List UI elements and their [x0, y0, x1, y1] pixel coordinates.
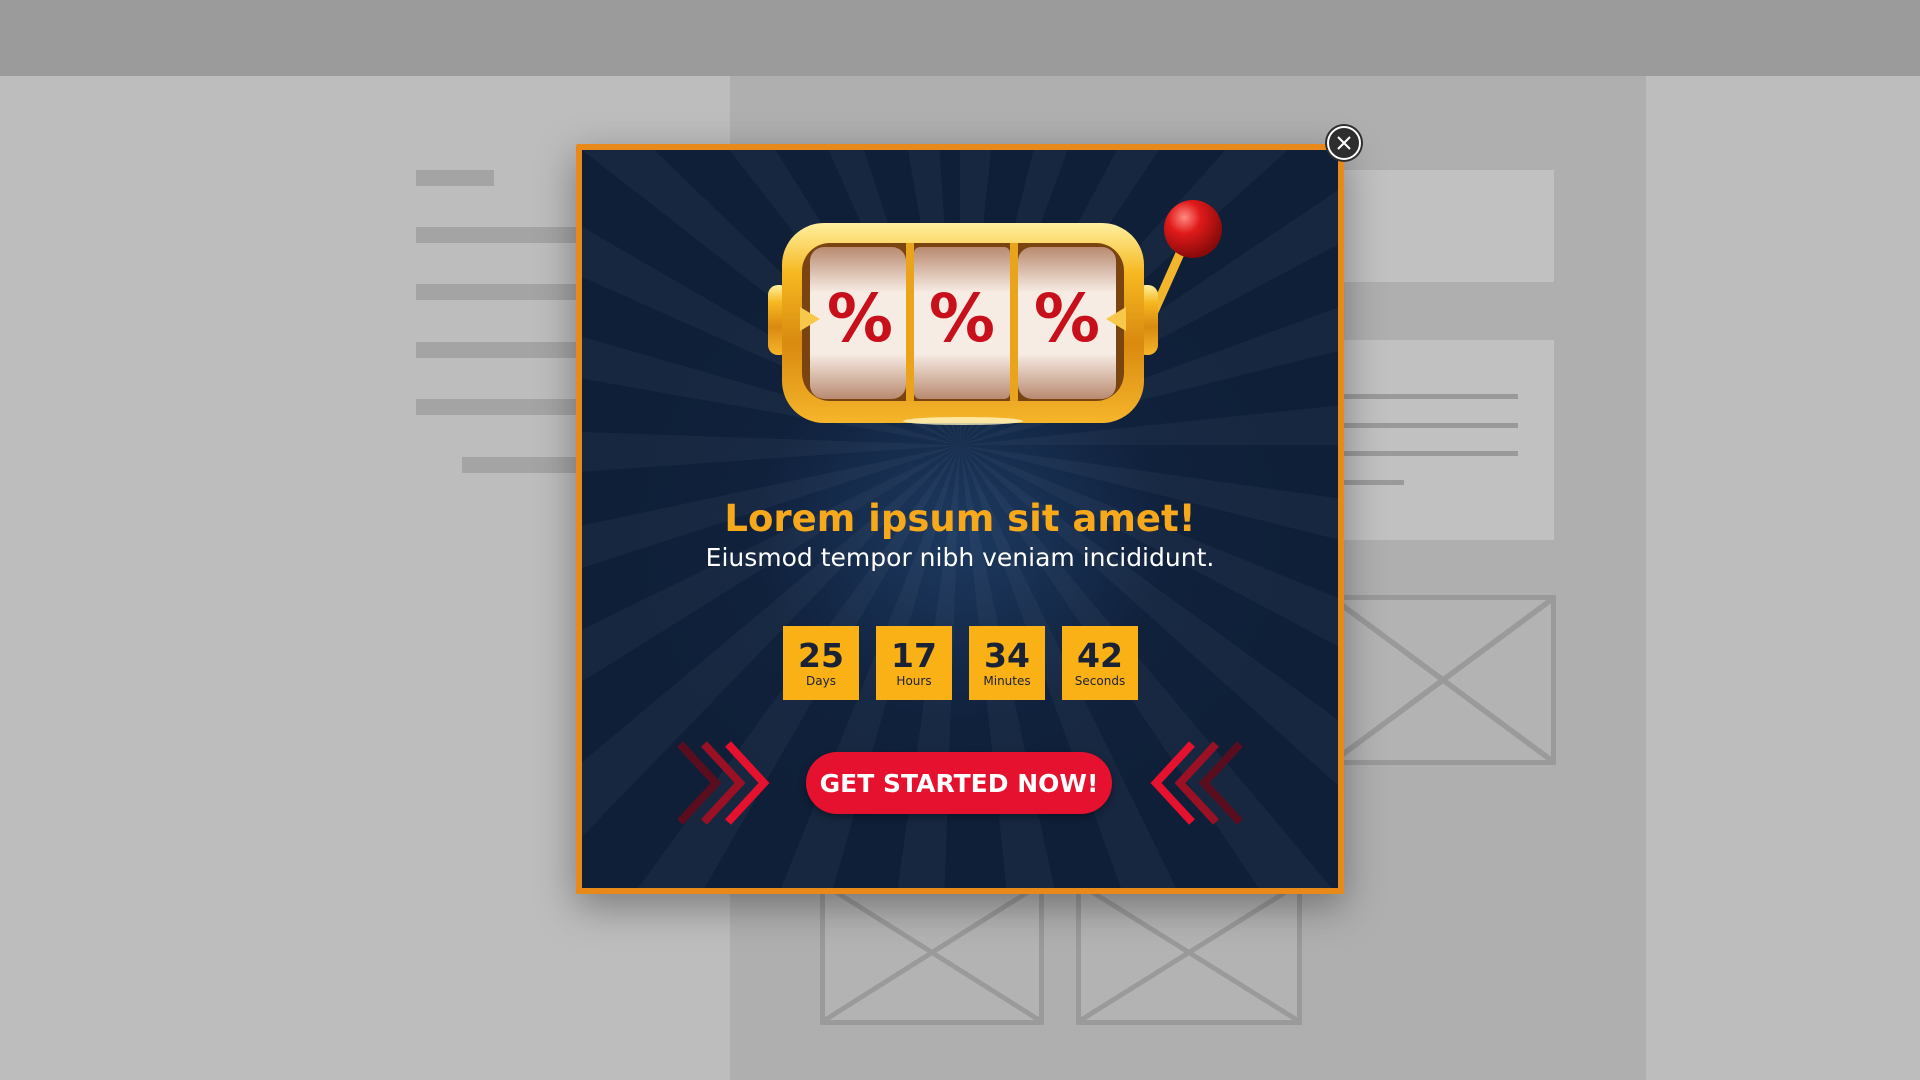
popup-subheadline: Eiusmod tempor nibh veniam incididunt.	[705, 543, 1215, 572]
wireframe-image-placeholder	[1076, 880, 1302, 1025]
wireframe-topbar	[0, 0, 1920, 76]
wireframe-block	[1330, 170, 1554, 282]
reel-symbol-2: %	[928, 280, 996, 357]
wireframe-block	[1330, 340, 1554, 540]
popup-frame-highlight	[1338, 210, 1344, 770]
countdown-seconds: 42 Seconds	[1062, 626, 1138, 700]
wireframe-text-line	[416, 170, 494, 186]
chevron-left-decoration-icon	[1144, 740, 1244, 826]
wireframe-text-line	[416, 399, 586, 415]
countdown-days-value: 25	[798, 636, 844, 675]
countdown-timer: 25 Days 17 Hours 34 Minutes 42 Seconds	[783, 626, 1138, 700]
close-popup-button[interactable]	[1327, 126, 1361, 160]
wireframe-text-line	[1340, 423, 1518, 428]
close-icon	[1337, 136, 1351, 150]
countdown-minutes-label: Minutes	[983, 674, 1031, 688]
countdown-days: 25 Days	[783, 626, 859, 700]
reel-symbol-1: %	[826, 280, 894, 357]
wireframe-text-line	[416, 342, 586, 358]
wireframe-text-line	[416, 284, 586, 300]
wireframe-image-placeholder	[820, 880, 1044, 1025]
wireframe-text-line	[416, 227, 586, 243]
wireframe-text-line	[462, 457, 582, 473]
countdown-hours-label: Hours	[896, 674, 932, 688]
countdown-days-label: Days	[806, 674, 836, 688]
wireframe-text-line	[1340, 451, 1518, 456]
chevron-right-decoration-icon	[676, 740, 776, 826]
wireframe-right-column	[1646, 76, 1920, 1080]
countdown-seconds-label: Seconds	[1074, 674, 1126, 688]
get-started-button[interactable]: GET STARTED NOW!	[806, 752, 1112, 814]
countdown-hours: 17 Hours	[876, 626, 952, 700]
popup-headline: Lorem ipsum sit amet!	[724, 497, 1196, 540]
slot-machine-illustration: % % %	[768, 195, 1228, 435]
countdown-seconds-value: 42	[1077, 636, 1123, 675]
countdown-minutes-value: 34	[984, 636, 1030, 675]
countdown-minutes: 34 Minutes	[969, 626, 1045, 700]
reel-symbol-3: %	[1033, 280, 1101, 357]
wireframe-text-line	[1340, 394, 1518, 399]
countdown-hours-value: 17	[891, 636, 937, 675]
wireframe-image-placeholder	[1330, 595, 1556, 765]
wireframe-text-line	[1340, 480, 1404, 485]
